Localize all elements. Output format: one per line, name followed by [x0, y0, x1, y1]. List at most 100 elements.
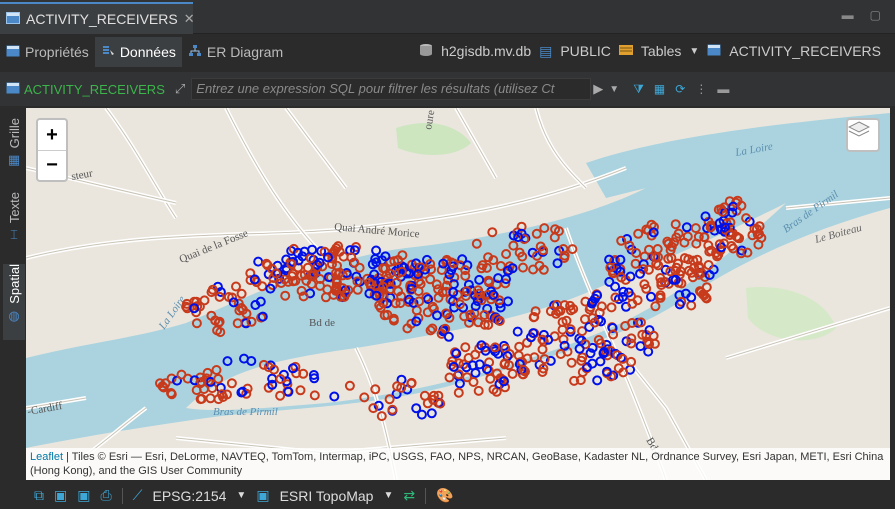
zoom-in-button[interactable]: +: [38, 120, 66, 150]
history-dropdown-icon[interactable]: ▼: [609, 84, 619, 95]
refresh-icon[interactable]: ⟳: [675, 82, 685, 96]
layers-button[interactable]: [846, 118, 880, 152]
side-tab-spatial[interactable]: Spatial ◍: [3, 264, 25, 340]
receiver-point: [302, 262, 313, 273]
tables-folder-icon: [618, 43, 633, 59]
breadcrumb-schema[interactable]: PUBLIC: [560, 43, 611, 59]
grid-icon: ▦: [7, 152, 21, 168]
er-diagram-icon: [188, 44, 202, 61]
receiver-point: [214, 291, 225, 302]
breadcrumb-db[interactable]: h2gisdb.mv.db: [441, 43, 531, 59]
table-icon: [6, 11, 20, 27]
properties-icon: [6, 44, 20, 60]
tab-er-diagram[interactable]: ER Diagram: [182, 37, 289, 67]
map-label-bd: Bd de: [309, 317, 335, 329]
receiver-point: [487, 227, 498, 238]
table-icon: [6, 82, 20, 97]
crs-icon: ⟋: [132, 487, 143, 503]
road: [534, 108, 588, 190]
receiver-point: [595, 356, 606, 367]
breadcrumb-folder[interactable]: Tables: [641, 43, 681, 59]
filter-table-label[interactable]: ACTIVITY_RECEIVERS ⤢: [6, 81, 185, 97]
filter-icon[interactable]: ⧩: [633, 82, 644, 97]
side-tab-text-label: Texte: [6, 192, 22, 224]
receiver-point: [566, 357, 577, 368]
tab-properties-label: Propriétés: [25, 44, 89, 60]
receiver-point: [426, 408, 437, 419]
editor-tabbar: ACTIVITY_RECEIVERS ✕ ▬ ▢: [0, 0, 895, 34]
filter-settings-icon[interactable]: ▦: [654, 82, 665, 96]
schema-icon: ▤: [539, 42, 553, 59]
receiver-point: [468, 377, 479, 387]
receiver-point: [307, 244, 318, 255]
database-icon: [419, 43, 433, 60]
road-edge: [535, 108, 587, 189]
palette-icon[interactable]: 🎨: [436, 487, 453, 504]
chevron-down-icon[interactable]: ▼: [383, 490, 393, 501]
tab-data[interactable]: Données: [94, 37, 182, 67]
filter-tools: ⧩ ▦ ⟳ ⋮ ▬: [633, 82, 729, 97]
filter-table-name: ACTIVITY_RECEIVERS: [24, 81, 165, 97]
table-icon: [707, 43, 721, 59]
maximize-icon[interactable]: ▢: [870, 8, 881, 22]
attribution-text: | Tiles © Esri — Esri, DeLorme, NAVTEQ, …: [30, 451, 884, 477]
image-icon[interactable]: ▣: [54, 487, 67, 504]
filter-input[interactable]: Entrez une expression SQL pour filtrer l…: [191, 78, 592, 100]
tab-properties[interactable]: Propriétés: [0, 37, 95, 67]
map-canvas: La LoireLa LoireBras de PirmilBras de Pi…: [26, 108, 890, 480]
side-tab-grid-label: Grille: [6, 118, 22, 149]
chevron-down-icon[interactable]: ▼: [236, 490, 246, 501]
map-view[interactable]: La Loire La Loire Bras de Pirmil Bras de Pi…: [26, 108, 890, 480]
minimize-icon[interactable]: ▬: [842, 8, 854, 22]
chevron-down-icon[interactable]: ▼: [689, 46, 699, 57]
receiver-point: [473, 385, 484, 396]
map-attribution: Leaflet | Tiles © Esri — Esri, DeLorme, …: [26, 448, 890, 480]
receiver-point: [236, 288, 247, 299]
play-icon[interactable]: ▶: [593, 81, 603, 97]
park: [746, 287, 836, 341]
receiver-point: [419, 390, 430, 401]
zoom-to-layer-icon[interactable]: ⧉: [34, 487, 44, 504]
editor-tab-title: ACTIVITY_RECEIVERS: [26, 11, 178, 27]
tab-data-label: Données: [119, 44, 176, 60]
receiver-point: [253, 256, 264, 267]
swap-icon[interactable]: ⇄: [403, 487, 415, 504]
map-label-bras-pirmil-2: Bras de Pirmil: [213, 406, 278, 418]
filter-bar: ACTIVITY_RECEIVERS ⤢ Entrez une expressi…: [0, 72, 895, 106]
side-tab-text[interactable]: Texte ⌶: [3, 192, 25, 254]
text-icon: ⌶: [10, 227, 18, 243]
map-label-quai-fosse: Quai de la Fosse: [178, 227, 250, 266]
nav-icon[interactable]: ▬: [717, 82, 729, 96]
receiver-point: [507, 368, 518, 379]
editor-tab-activity-receivers[interactable]: ACTIVITY_RECEIVERS ✕: [0, 2, 195, 34]
loire-river: [26, 126, 890, 448]
spatial-toolbar: ⧉ ▣ ▣ ⎙ ⟋ EPSG:2154 ▼ ▣ ESRI TopoMap ▼ ⇄…: [0, 482, 895, 509]
more-icon[interactable]: ⋮: [695, 82, 707, 96]
close-icon[interactable]: ✕: [184, 11, 195, 27]
expand-icon[interactable]: ⤢: [175, 81, 185, 97]
receiver-point: [453, 387, 464, 398]
export-image-icon[interactable]: ▣: [77, 487, 90, 504]
side-tab-spatial-label: Spatial: [6, 264, 22, 304]
separator: [121, 487, 123, 504]
basemap-icon: ▣: [256, 487, 270, 503]
globe-icon: ◍: [8, 307, 20, 323]
side-tabs: Grille ▦ Texte ⌶ Spatial ◍: [0, 108, 26, 480]
receiver-point: [635, 341, 646, 352]
breadcrumb-table[interactable]: ACTIVITY_RECEIVERS: [729, 43, 881, 59]
receiver-point: [485, 373, 496, 384]
map-label-steur: steur: [70, 167, 93, 183]
separator: [425, 487, 427, 504]
leaflet-link[interactable]: Leaflet: [30, 451, 63, 463]
receiver-point: [231, 281, 241, 292]
basemap-selector[interactable]: ESRI TopoMap: [280, 488, 374, 504]
data-grid-icon: [101, 44, 115, 61]
side-tab-grid[interactable]: Grille ▦: [3, 118, 25, 182]
zoom-out-button[interactable]: −: [38, 150, 66, 180]
receiver-point: [592, 375, 603, 386]
crs-selector[interactable]: EPSG:2154: [152, 488, 226, 504]
receiver-point: [411, 403, 422, 414]
receiver-point: [686, 300, 697, 311]
window-controls: ▬ ▢: [842, 8, 881, 22]
print-icon[interactable]: ⎙: [100, 487, 111, 504]
